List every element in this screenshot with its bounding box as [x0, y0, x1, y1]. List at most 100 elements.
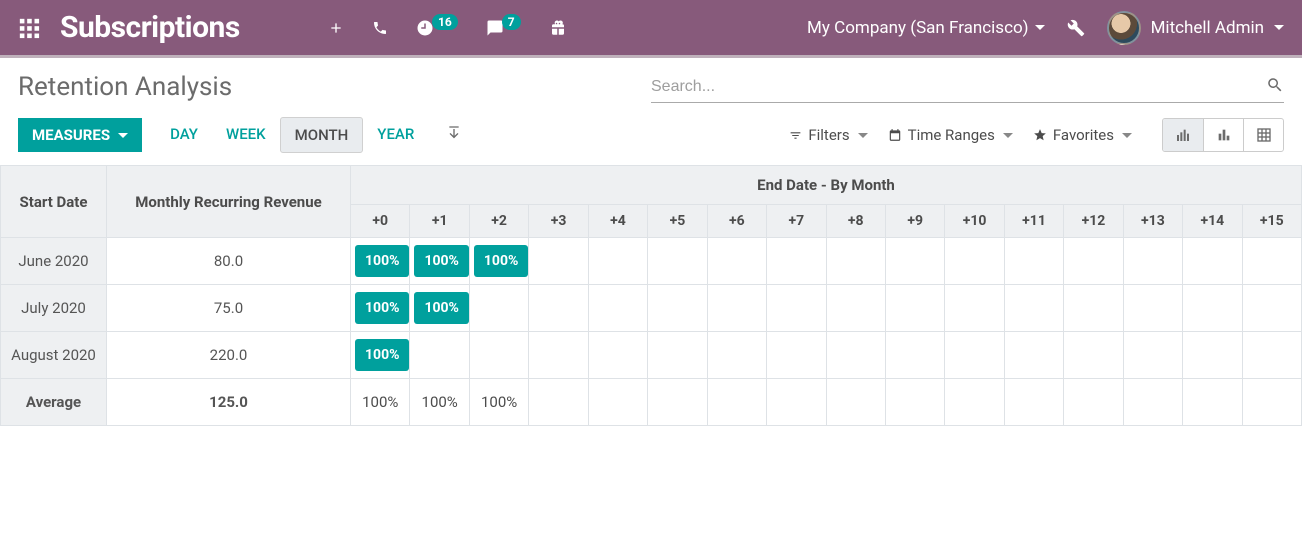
user-name: Mitchell Admin	[1151, 18, 1264, 38]
cell-pct[interactable]: 100%	[410, 238, 469, 285]
pct-badge: 100%	[414, 245, 468, 277]
col-month-8[interactable]: +8	[826, 205, 885, 238]
cell-pct	[1242, 379, 1301, 426]
col-month-5[interactable]: +5	[648, 205, 707, 238]
col-month-13[interactable]: +13	[1123, 205, 1182, 238]
col-month-9[interactable]: +9	[885, 205, 944, 238]
col-month-1[interactable]: +1	[410, 205, 469, 238]
scale-week[interactable]: WEEK	[212, 117, 280, 153]
scale-year[interactable]: YEAR	[363, 117, 428, 153]
view-list[interactable]	[1243, 119, 1283, 151]
cell-pct	[588, 238, 647, 285]
download-icon[interactable]	[446, 125, 462, 145]
favorites-menu[interactable]: Favorites	[1025, 120, 1140, 150]
cell-pct	[1064, 379, 1123, 426]
col-month-4[interactable]: +4	[588, 205, 647, 238]
col-month-12[interactable]: +12	[1064, 205, 1123, 238]
view-graph[interactable]	[1203, 119, 1243, 151]
cell-pct	[826, 285, 885, 332]
cell-pct	[410, 332, 469, 379]
activities-badge: 16	[432, 14, 458, 30]
cell-pct	[648, 332, 707, 379]
cell-pct	[945, 332, 1004, 379]
scale-switcher: DAY WEEK MONTH YEAR	[156, 117, 428, 153]
cell-pct	[1064, 238, 1123, 285]
cell-pct	[1242, 285, 1301, 332]
cell-pct	[1123, 332, 1182, 379]
cell-pct[interactable]: 100%	[469, 379, 528, 426]
user-menu[interactable]: Mitchell Admin	[1107, 11, 1284, 45]
favorites-label: Favorites	[1053, 126, 1114, 144]
cell-pct[interactable]: 100%	[351, 285, 410, 332]
company-name: My Company (San Francisco)	[807, 18, 1029, 38]
cell-pct	[767, 285, 826, 332]
company-selector[interactable]: My Company (San Francisco)	[807, 18, 1045, 38]
cell-pct	[648, 285, 707, 332]
cell-pct	[767, 238, 826, 285]
cell-pct	[1004, 332, 1063, 379]
messages-icon[interactable]: 7	[486, 19, 521, 37]
cell-pct	[885, 379, 944, 426]
col-month-7[interactable]: +7	[767, 205, 826, 238]
cell-pct[interactable]: 100%	[410, 285, 469, 332]
row-header[interactable]: August 2020	[1, 332, 107, 379]
col-month-14[interactable]: +14	[1183, 205, 1242, 238]
star-icon	[1033, 128, 1047, 142]
control-panel: Retention Analysis MEASURES DAY WEEK MON…	[0, 58, 1302, 165]
cell-pct[interactable]: 100%	[351, 238, 410, 285]
cell-mrr: 75.0	[107, 285, 351, 332]
cell-pct	[1183, 238, 1242, 285]
col-month-10[interactable]: +10	[945, 205, 1004, 238]
messages-badge: 7	[502, 14, 521, 30]
view-cohort[interactable]	[1163, 119, 1203, 151]
cell-pct	[826, 379, 885, 426]
col-end-group: End Date - By Month	[351, 166, 1302, 205]
col-month-3[interactable]: +3	[529, 205, 588, 238]
cell-pct	[945, 285, 1004, 332]
scale-month[interactable]: MONTH	[280, 117, 364, 153]
apps-icon[interactable]	[18, 17, 40, 39]
col-month-2[interactable]: +2	[469, 205, 528, 238]
cell-pct	[648, 238, 707, 285]
row-header[interactable]: July 2020	[1, 285, 107, 332]
row-header[interactable]: June 2020	[1, 238, 107, 285]
cell-pct	[826, 238, 885, 285]
row-average: Average125.0100%100%100%	[1, 379, 1302, 426]
chevron-down-icon	[118, 133, 128, 138]
cell-pct	[529, 379, 588, 426]
col-month-11[interactable]: +11	[1004, 205, 1063, 238]
search-input[interactable]	[651, 78, 1258, 96]
cell-pct	[648, 379, 707, 426]
search-bar[interactable]	[651, 72, 1284, 103]
scale-day[interactable]: DAY	[156, 117, 212, 153]
cell-pct[interactable]: 100%	[351, 379, 410, 426]
cell-pct	[1242, 332, 1301, 379]
filters-menu[interactable]: Filters	[781, 120, 875, 150]
col-month-0[interactable]: +0	[351, 205, 410, 238]
measures-button[interactable]: MEASURES	[18, 118, 142, 152]
new-icon[interactable]	[328, 20, 344, 36]
cell-pct	[1123, 285, 1182, 332]
cell-pct[interactable]: 100%	[469, 238, 528, 285]
row-header[interactable]: Average	[1, 379, 107, 426]
cell-pct	[1004, 238, 1063, 285]
pct-badge: 100%	[355, 292, 409, 324]
time-ranges-menu[interactable]: Time Ranges	[880, 120, 1021, 150]
cell-pct	[1123, 379, 1182, 426]
debug-icon[interactable]	[1067, 19, 1085, 37]
phone-icon[interactable]	[372, 20, 388, 36]
col-month-6[interactable]: +6	[707, 205, 766, 238]
cell-pct	[1183, 332, 1242, 379]
col-month-15[interactable]: +15	[1242, 205, 1301, 238]
cell-pct	[1004, 285, 1063, 332]
cell-pct	[588, 379, 647, 426]
top-navbar: Subscriptions 16 7 My Company (San Franc…	[0, 0, 1302, 55]
cell-pct[interactable]: 100%	[410, 379, 469, 426]
cell-pct[interactable]: 100%	[351, 332, 410, 379]
measures-label: MEASURES	[32, 126, 110, 144]
app-title[interactable]: Subscriptions	[60, 10, 240, 45]
pct-badge: 100%	[355, 339, 409, 371]
search-icon[interactable]	[1266, 76, 1284, 98]
gift-icon[interactable]	[549, 19, 567, 37]
activities-icon[interactable]: 16	[416, 19, 458, 37]
